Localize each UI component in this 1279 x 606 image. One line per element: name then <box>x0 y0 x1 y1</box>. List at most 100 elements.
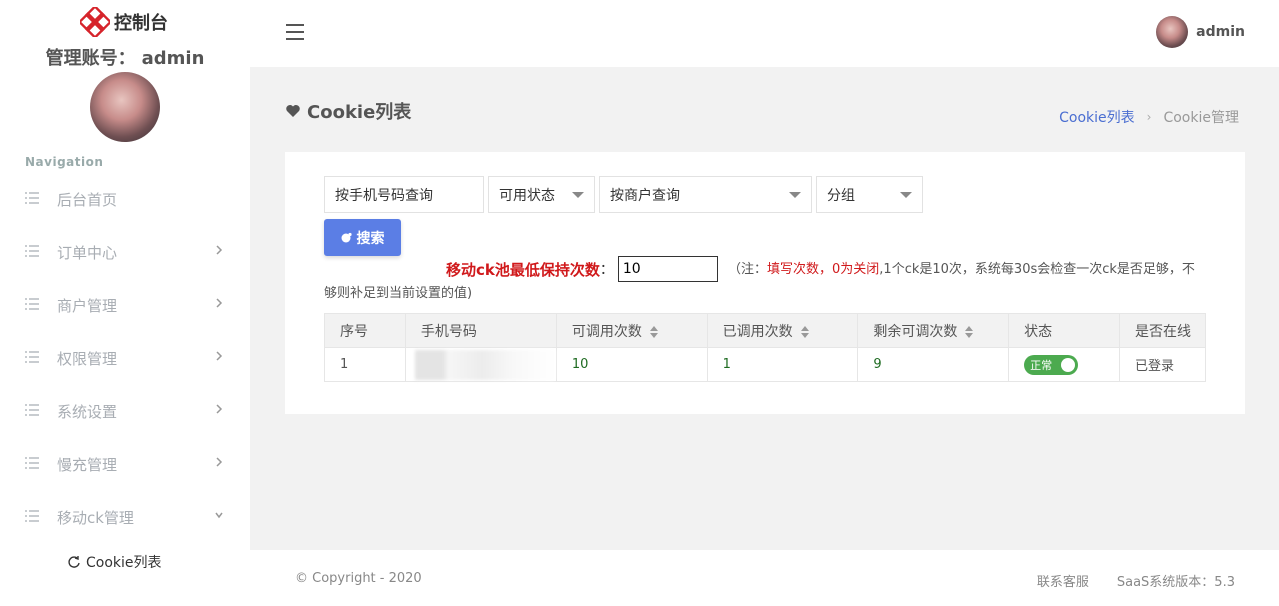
sidebar-item-slow-recharge[interactable]: 慢充管理 <box>0 444 250 484</box>
sidebar-item-label: 移动ck管理 <box>57 508 134 527</box>
cell-status: 正常 <box>1008 347 1121 382</box>
sidebar-subitem-label: Cookie列表 <box>86 555 162 571</box>
col-header: 状态 <box>1008 313 1121 348</box>
china-unicom-logo-icon <box>80 7 110 37</box>
search-button[interactable]: 搜索 <box>324 219 401 256</box>
copyright: © Copyright - 2020 <box>295 571 422 586</box>
page-title-text: Cookie列表 <box>307 102 412 123</box>
account-name: admin <box>141 48 205 69</box>
note-highlight: 填写次数，0为关闭 <box>767 262 880 277</box>
pool-note: （注：填写次数，0为关闭,1个ck是10次，系统每30s会检查一次ck是否足够，… <box>324 258 1204 306</box>
sidebar-item-label: 商户管理 <box>57 296 118 315</box>
chevron-right-icon <box>216 404 223 414</box>
footer: © Copyright - 2020 联系客服 SaaS系统版本：5.3 <box>250 550 1279 606</box>
col-header: 是否在线 <box>1119 313 1206 348</box>
top-header: admin <box>250 0 1279 67</box>
sidebar-item-permissions[interactable]: 权限管理 <box>0 338 250 378</box>
status-select-value: 可用状态 <box>499 187 555 204</box>
sidebar-item-merchants[interactable]: 商户管理 <box>0 285 250 325</box>
refresh-icon <box>68 556 80 568</box>
search-button-label: 搜索 <box>356 230 385 247</box>
sidebar: 控制台 管理账号： admin Navigation 后台首页 订单中心 商户管理… <box>0 0 250 606</box>
status-select[interactable]: 可用状态 <box>488 176 595 213</box>
toggle-knob <box>1061 357 1076 372</box>
caret-down-icon <box>789 192 801 198</box>
caret-down-icon <box>572 192 584 198</box>
menu-toggle-icon[interactable] <box>286 24 304 40</box>
brand[interactable]: 控制台 <box>80 7 168 37</box>
chevron-right-icon: › <box>1146 110 1152 124</box>
sidebar-item-label: 慢充管理 <box>57 455 118 474</box>
col-header-sortable[interactable]: 剩余可调次数 <box>857 313 1010 348</box>
col-header: 序号 <box>324 313 406 348</box>
user-menu[interactable]: admin <box>1156 16 1245 48</box>
cell-index: 1 <box>324 347 406 382</box>
heart-icon <box>286 105 300 117</box>
chevron-right-icon <box>216 298 223 308</box>
footer-links: 联系客服 SaaS系统版本：5.3 <box>1037 571 1235 590</box>
nav-heading: Navigation <box>25 155 104 169</box>
contact-support-link[interactable]: 联系客服 <box>1037 571 1089 590</box>
breadcrumb-current: Cookie管理 <box>1163 110 1239 126</box>
phone-search-input[interactable]: 按手机号码查询 <box>324 176 484 213</box>
cell-remaining: 9 <box>857 347 1010 382</box>
version-text: SaaS系统版本：5.3 <box>1116 575 1235 590</box>
list-icon <box>25 351 39 363</box>
col-header-label: 可调用次数 <box>571 323 642 340</box>
merchant-select[interactable]: 按商户查询 <box>599 176 812 213</box>
brand-title: 控制台 <box>114 13 168 34</box>
cell-called: 1 <box>706 347 859 382</box>
sort-icon[interactable] <box>649 325 658 338</box>
cell-callable: 10 <box>555 347 708 382</box>
status-toggle[interactable]: 正常 <box>1024 354 1079 375</box>
col-header-label: 已调用次数 <box>722 323 793 340</box>
list-icon <box>25 404 39 416</box>
chevron-down-icon <box>215 512 223 519</box>
list-icon <box>25 298 39 310</box>
sort-icon[interactable] <box>800 325 809 338</box>
avatar[interactable] <box>90 72 160 142</box>
sidebar-item-dashboard[interactable]: 后台首页 <box>0 179 250 219</box>
merchant-select-value: 按商户查询 <box>610 187 680 204</box>
chevron-right-icon <box>216 351 223 361</box>
sidebar-item-label: 订单中心 <box>57 243 118 262</box>
table-row: 1 133 10 1 9 正常 已登录 <box>324 347 1206 382</box>
breadcrumb-link[interactable]: Cookie列表 <box>1059 107 1135 127</box>
group-select-value: 分组 <box>827 187 855 204</box>
page-title: Cookie列表 <box>285 98 411 124</box>
chevron-right-icon <box>216 245 223 255</box>
sidebar-subitem-cookie-list[interactable]: Cookie列表 <box>66 552 162 572</box>
col-header-sortable[interactable]: 可调用次数 <box>555 313 708 348</box>
col-header-label: 剩余可调次数 <box>873 323 958 340</box>
masked-phone: 133 <box>414 349 555 380</box>
list-icon <box>25 245 39 257</box>
status-toggle-label: 正常 <box>1030 358 1053 372</box>
sidebar-item-label: 系统设置 <box>57 402 118 421</box>
user-name: admin <box>1196 24 1245 40</box>
cookie-list-card: 按手机号码查询 可用状态 按商户查询 分组 搜索 移动ck池最低保持次数 ： （… <box>285 152 1245 414</box>
chevron-right-icon <box>216 457 223 467</box>
group-select[interactable]: 分组 <box>816 176 923 213</box>
phone-search-placeholder: 按手机号码查询 <box>335 187 433 204</box>
account-label: 管理账号： <box>45 48 136 69</box>
sidebar-item-mobile-ck[interactable]: 移动ck管理 <box>0 497 250 537</box>
note-prefix: （注： <box>728 262 768 277</box>
breadcrumb: Cookie列表 › Cookie管理 <box>1059 107 1239 127</box>
account-info: 管理账号： admin <box>0 44 250 70</box>
sort-icon[interactable] <box>965 325 974 338</box>
sidebar-item-label: 权限管理 <box>57 349 118 368</box>
sidebar-item-orders[interactable]: 订单中心 <box>0 232 250 272</box>
user-avatar[interactable] <box>1156 16 1189 48</box>
search-icon <box>341 232 352 242</box>
sidebar-item-label: 后台首页 <box>57 190 118 209</box>
list-icon <box>25 457 39 469</box>
list-icon <box>25 192 39 204</box>
table-header-row: 序号 手机号码 可调用次数 已调用次数 剩余可调次数 状态 是否在线 <box>324 313 1206 348</box>
cookie-table: 序号 手机号码 可调用次数 已调用次数 剩余可调次数 状态 是否在线 1 133… <box>324 313 1206 382</box>
cell-phone: 133 <box>404 347 557 382</box>
col-header: 手机号码 <box>404 313 557 348</box>
sidebar-item-settings[interactable]: 系统设置 <box>0 391 250 431</box>
list-icon <box>25 510 39 522</box>
cell-online: 已登录 <box>1119 347 1206 382</box>
col-header-sortable[interactable]: 已调用次数 <box>706 313 859 348</box>
